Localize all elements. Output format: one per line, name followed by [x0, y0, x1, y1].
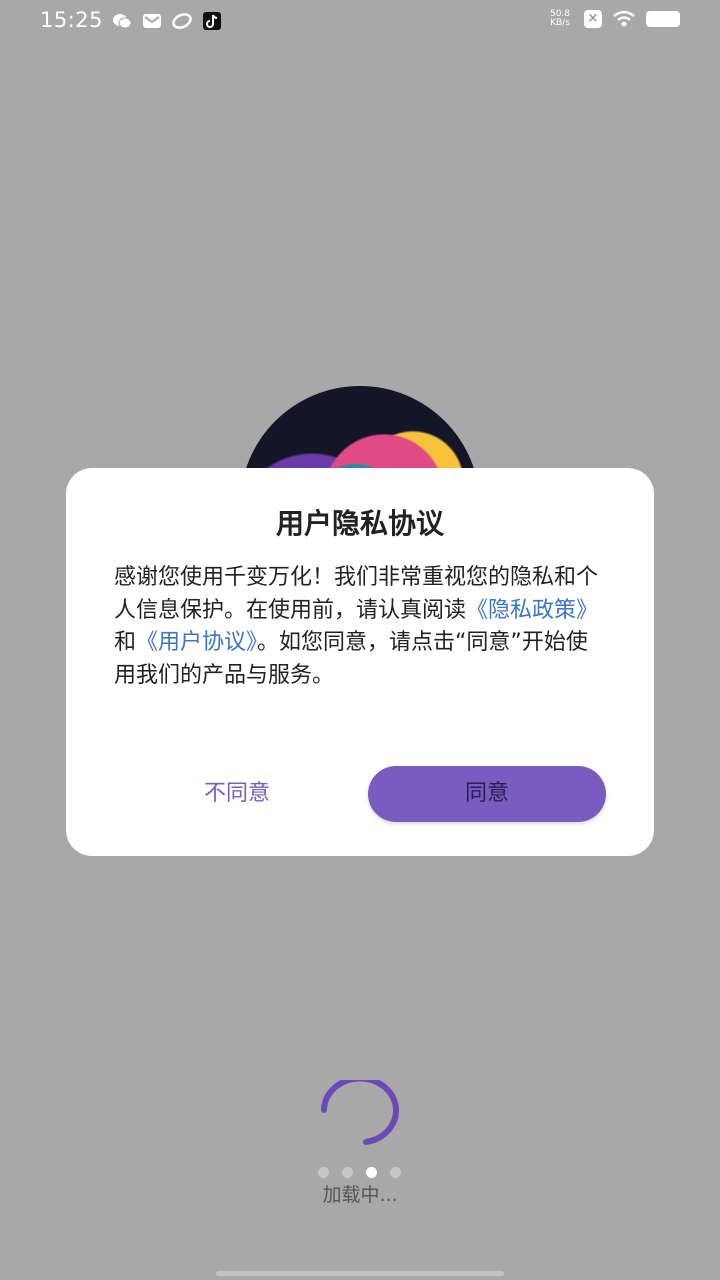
loading-dot-active: [366, 1167, 377, 1178]
status-bar: 15:25 50.8 KB/s ×: [0, 0, 720, 44]
loading-dot: [342, 1167, 353, 1178]
agree-button[interactable]: 同意: [368, 766, 606, 822]
home-indicator[interactable]: [216, 1271, 504, 1276]
decline-button[interactable]: 不同意: [162, 774, 312, 814]
app-icon: [172, 12, 192, 30]
loading-dot: [318, 1167, 329, 1178]
user-agreement-link[interactable]: 《用户协议》: [136, 630, 257, 655]
close-box-icon: ×: [584, 10, 602, 28]
dialog-title: 用户隐私协议: [275, 507, 444, 540]
network-speed-unit: KB/s: [550, 18, 570, 28]
loading-dot: [390, 1167, 401, 1178]
mail-icon: [142, 12, 162, 30]
body-text-2: 和: [114, 630, 137, 655]
status-time: 15:25: [40, 8, 104, 32]
loading-dots: [318, 1167, 401, 1178]
wechat-icon: [112, 12, 132, 30]
battery-icon: [646, 11, 680, 27]
loading-text: 加载中...: [322, 1184, 398, 1206]
wifi-icon: [612, 10, 636, 28]
dialog-body: 感谢您使用千变万化！我们非常重视您的隐私和个人信息保护。在使用前，请认真阅读《隐…: [114, 562, 608, 692]
network-speed: 50.8 KB/s: [546, 10, 574, 28]
privacy-dialog: 用户隐私协议 感谢您使用千变万化！我们非常重视您的隐私和个人信息保护。在使用前，…: [66, 468, 654, 856]
privacy-policy-link[interactable]: 《隐私政策》: [466, 598, 598, 623]
loading-spinner-icon: [321, 1080, 399, 1145]
tiktok-icon: [202, 12, 222, 30]
